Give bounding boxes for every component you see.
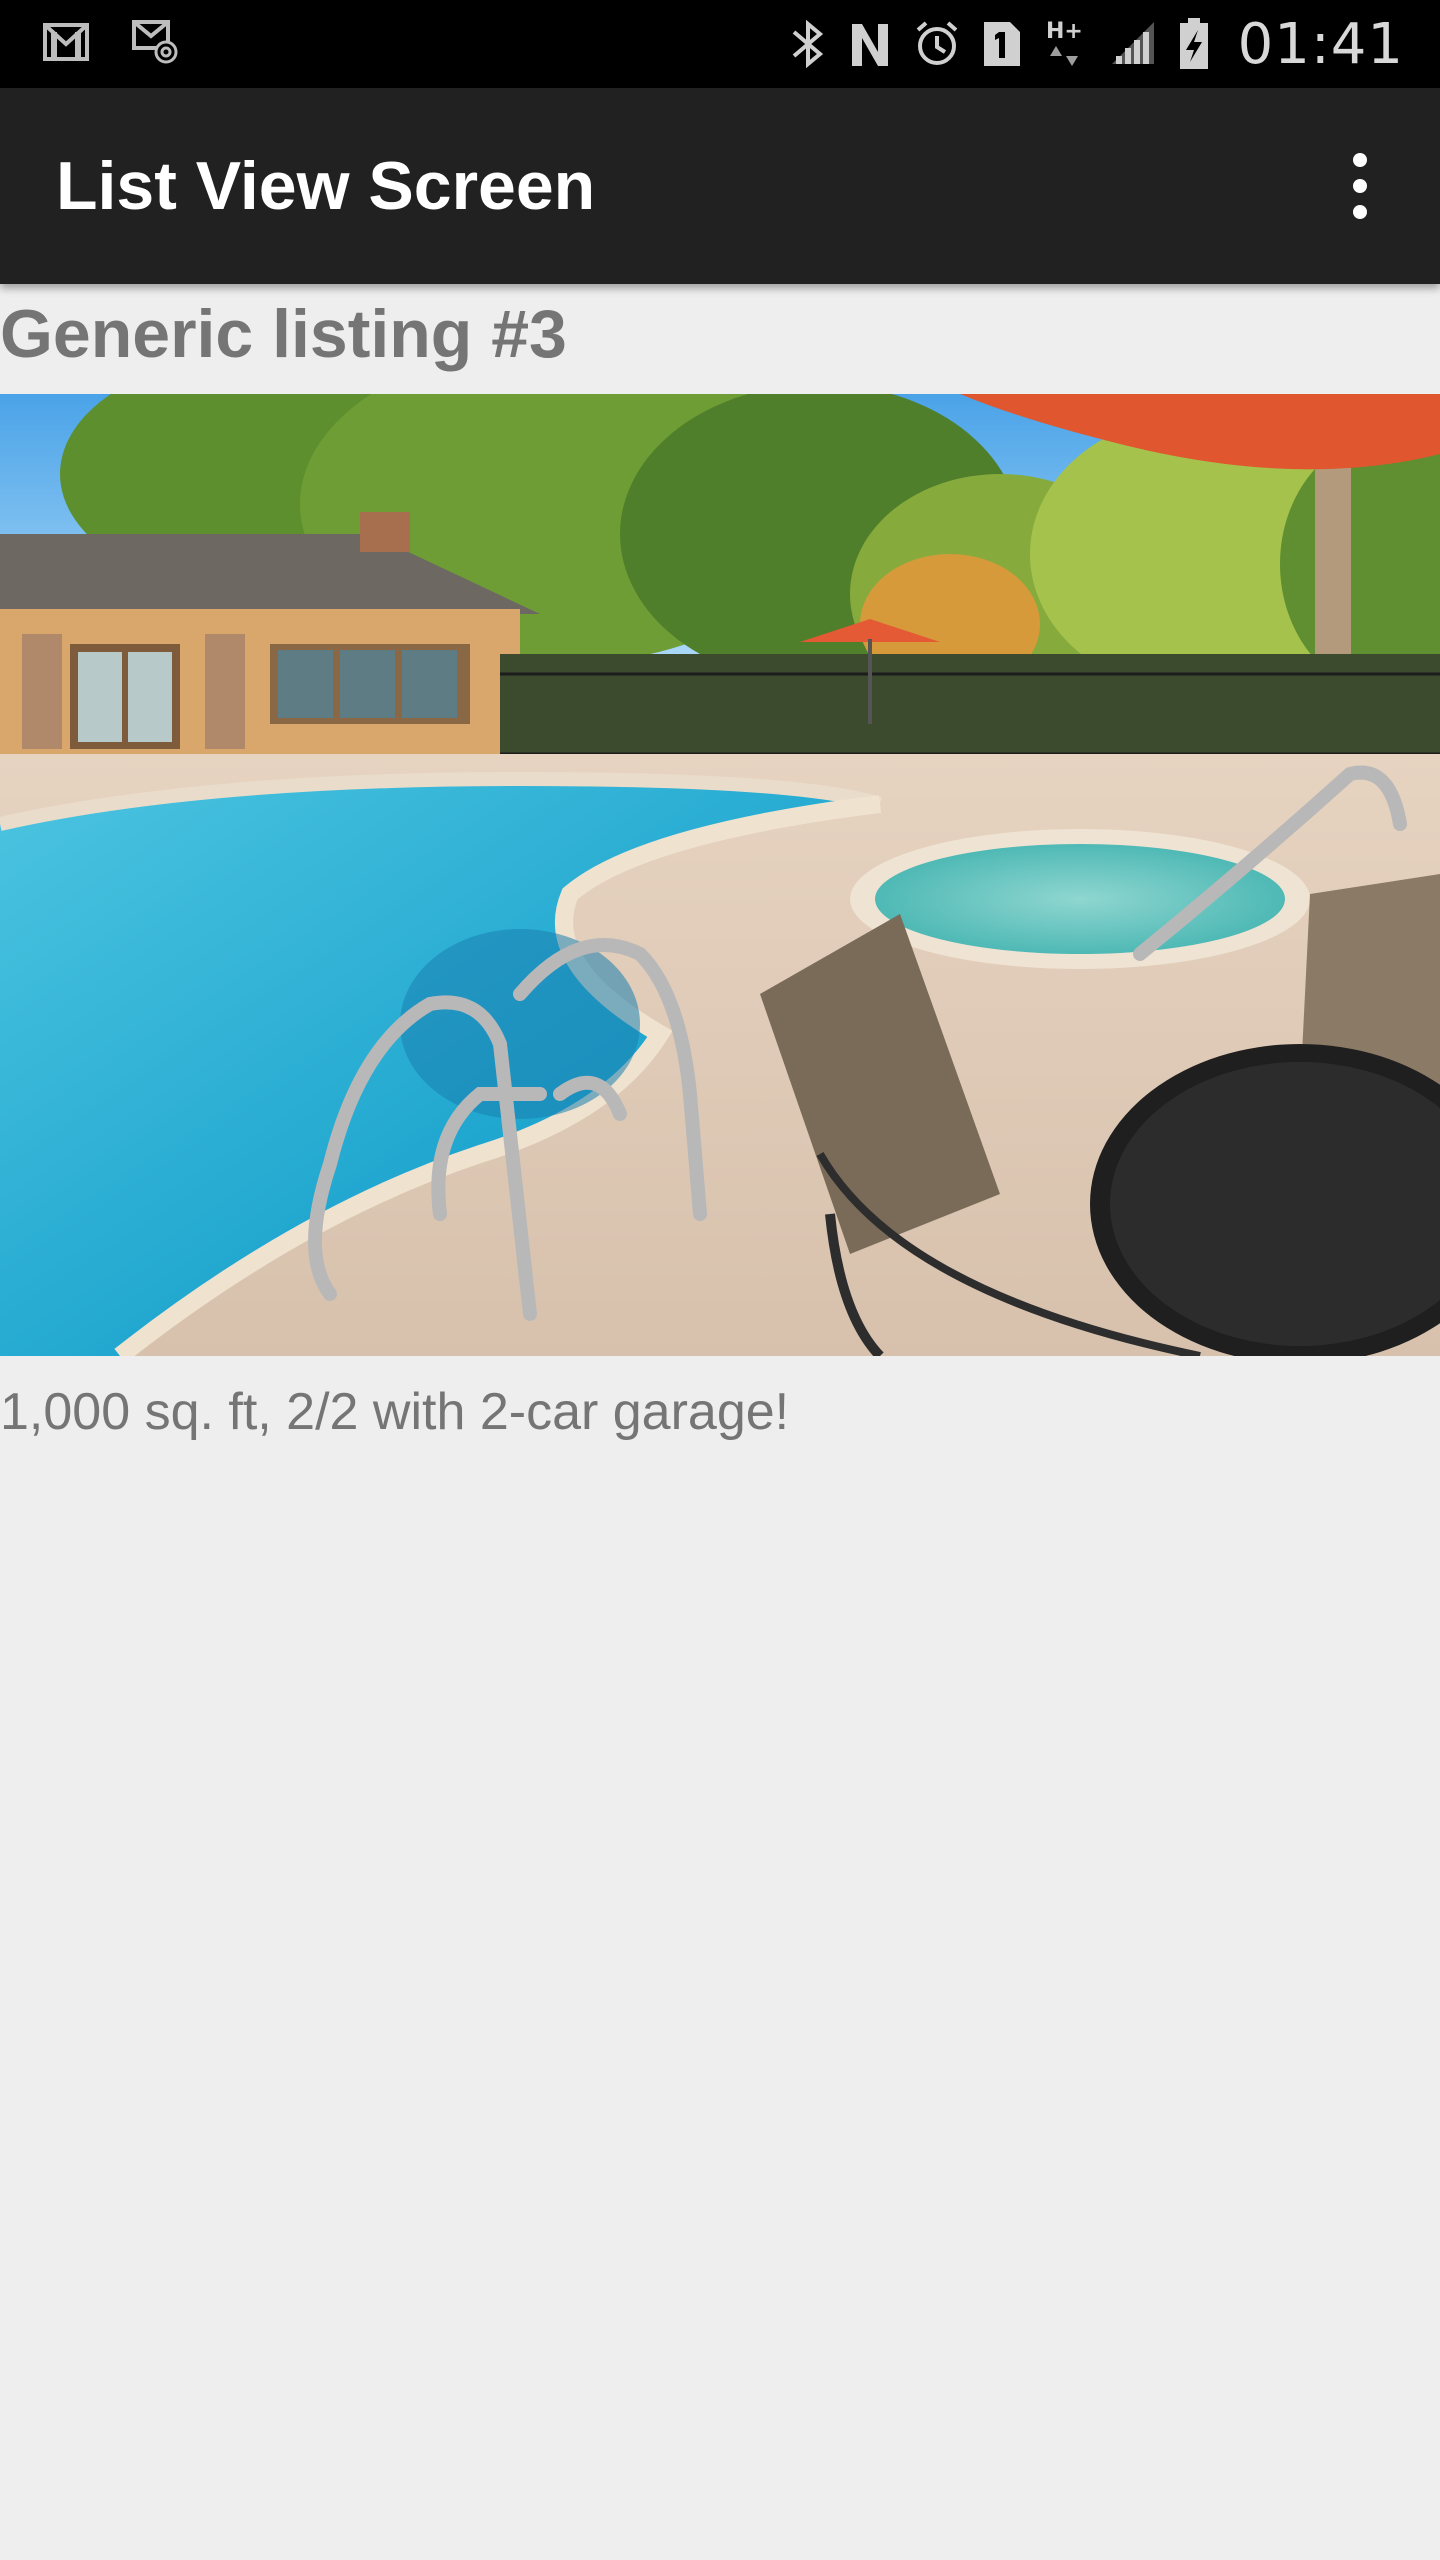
alarm-icon bbox=[914, 18, 960, 70]
status-right-icons: H+ 01:41 bbox=[790, 0, 1404, 88]
email-icon bbox=[130, 18, 180, 66]
listing-description: 1,000 sq. ft, 2/2 with 2-car garage! bbox=[0, 1383, 790, 1441]
listing-title[interactable]: Generic listing #3 bbox=[0, 292, 567, 376]
battery-icon bbox=[1178, 16, 1210, 72]
hplus-data-icon: H+ bbox=[1044, 16, 1086, 72]
menu-dot bbox=[1353, 179, 1367, 193]
app-title: List View Screen bbox=[56, 148, 596, 224]
menu-dot bbox=[1353, 153, 1367, 167]
status-bar: H+ 01:41 bbox=[0, 0, 1440, 88]
listing-photo[interactable] bbox=[0, 394, 1440, 1356]
app-bar: List View Screen bbox=[0, 88, 1440, 284]
signal-icon bbox=[1108, 18, 1156, 70]
more-vert-icon[interactable] bbox=[1320, 146, 1400, 226]
menu-dot bbox=[1353, 205, 1367, 219]
sim1-icon bbox=[982, 18, 1022, 70]
nfc-icon bbox=[848, 18, 892, 70]
gmail-icon bbox=[42, 20, 90, 64]
bluetooth-icon bbox=[790, 18, 826, 70]
status-left-icons bbox=[42, 18, 180, 66]
svg-text:H+: H+ bbox=[1046, 19, 1083, 44]
status-time: 01:41 bbox=[1237, 11, 1404, 77]
